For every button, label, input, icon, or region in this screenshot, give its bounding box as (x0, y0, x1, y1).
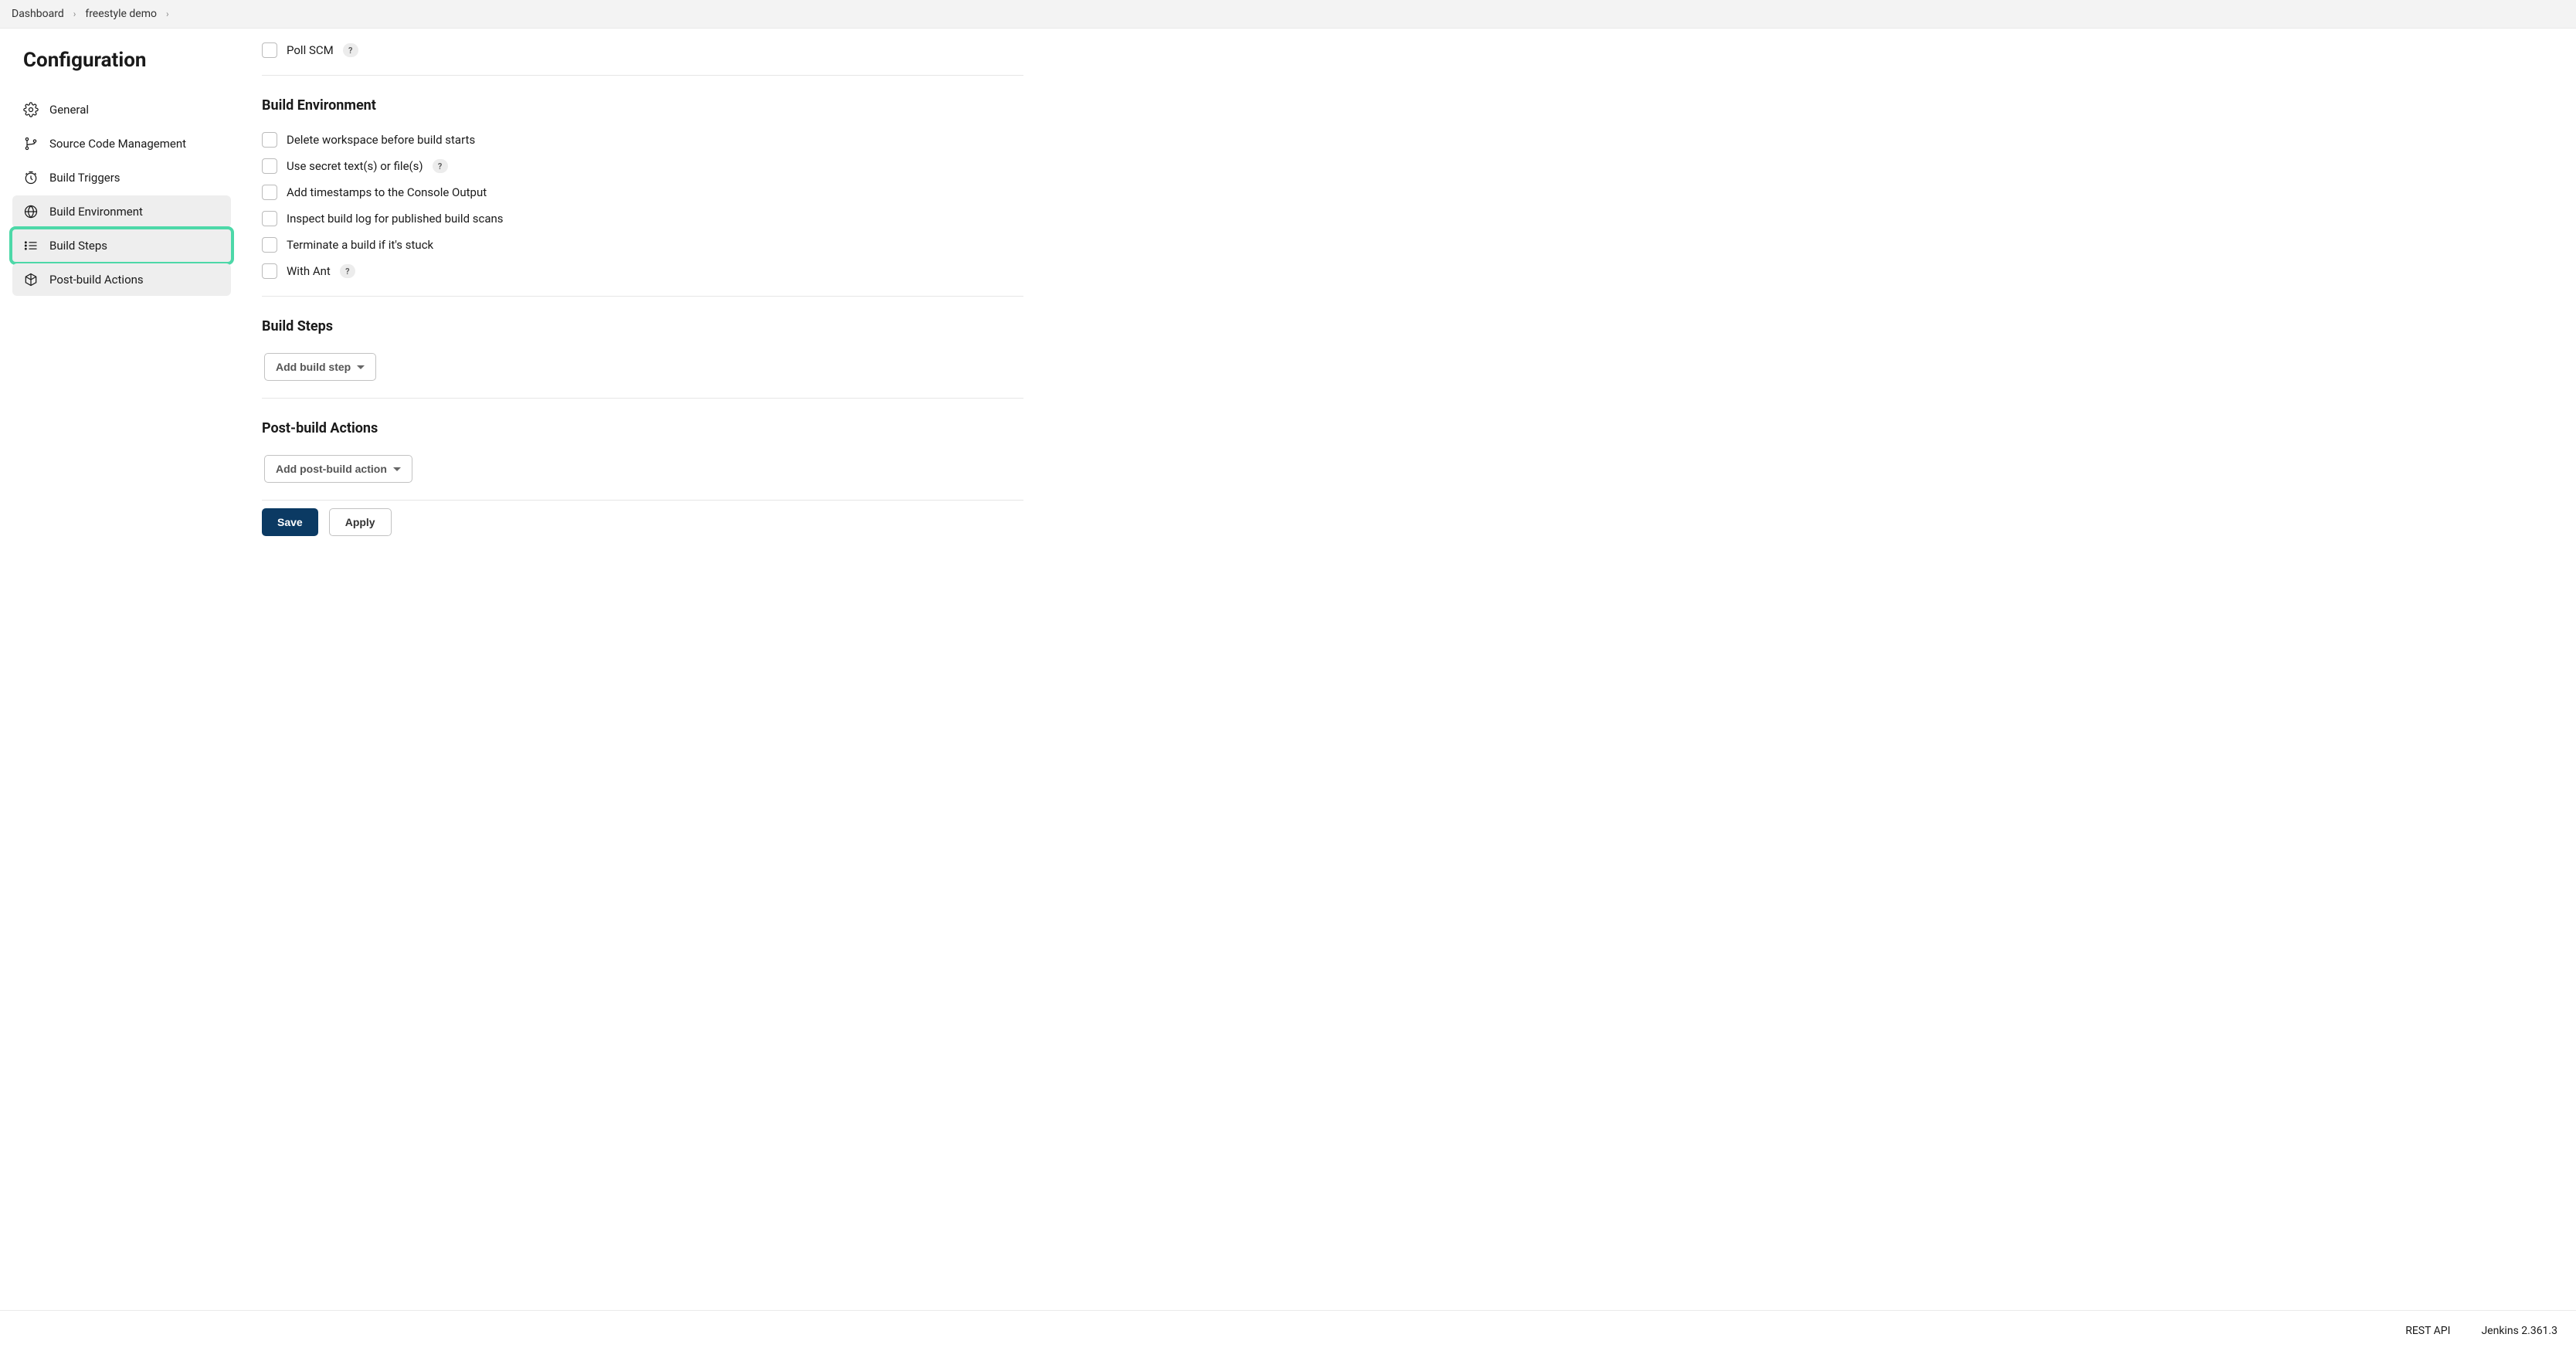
checkbox-delete-workspace[interactable] (262, 132, 277, 148)
divider (262, 398, 1023, 399)
divider (262, 296, 1023, 297)
checkbox-label: Poll SCM (287, 43, 334, 57)
caret-down-icon (393, 467, 401, 471)
checkbox-row-with-ant: With Ant ? (262, 263, 1023, 279)
sidebar-item-build-triggers[interactable]: Build Triggers (12, 161, 231, 194)
button-label: Add build step (276, 361, 351, 373)
footer: REST API Jenkins 2.361.3 (0, 1310, 2576, 1351)
divider (262, 75, 1023, 76)
sidebar-item-label: Build Steps (49, 239, 107, 253)
action-button-row: Save Apply (262, 508, 1023, 536)
checkbox-terminate-stuck[interactable] (262, 237, 277, 253)
rest-api-link[interactable]: REST API (2405, 1325, 2450, 1337)
checkbox-row-secret-text: Use secret text(s) or file(s) ? (262, 158, 1023, 174)
package-icon (23, 272, 39, 287)
checkbox-secret-text[interactable] (262, 158, 277, 174)
checkbox-label: Terminate a build if it's stuck (287, 238, 433, 252)
divider (262, 500, 1023, 501)
jenkins-version-link[interactable]: Jenkins 2.361.3 (2481, 1325, 2557, 1337)
list-icon (23, 238, 39, 253)
checkbox-row-inspect-log: Inspect build log for published build sc… (262, 211, 1023, 226)
gear-icon (23, 102, 39, 117)
checkbox-timestamps[interactable] (262, 185, 277, 200)
sidebar-item-label: Source Code Management (49, 137, 186, 151)
section-heading-build-environment: Build Environment (262, 97, 1023, 114)
checkbox-label: Delete workspace before build starts (287, 133, 475, 147)
checkbox-with-ant[interactable] (262, 263, 277, 279)
breadcrumb-dashboard[interactable]: Dashboard (12, 8, 64, 20)
breadcrumb: Dashboard › freestyle demo › (0, 0, 2576, 29)
checkbox-row-terminate-stuck: Terminate a build if it's stuck (262, 237, 1023, 253)
sidebar-item-scm[interactable]: Source Code Management (12, 127, 231, 160)
branch-icon (23, 136, 39, 151)
add-build-step-button[interactable]: Add build step (264, 353, 376, 381)
sidebar: Configuration General Source Code Manage… (0, 29, 243, 1310)
add-post-build-action-button[interactable]: Add post-build action (264, 455, 412, 483)
sidebar-item-build-environment[interactable]: Build Environment (12, 195, 231, 228)
checkbox-label: Inspect build log for published build sc… (287, 212, 504, 226)
sidebar-item-label: Build Triggers (49, 171, 120, 185)
save-button[interactable]: Save (262, 508, 318, 536)
sidebar-item-label: Post-build Actions (49, 273, 144, 287)
checkbox-row-delete-workspace: Delete workspace before build starts (262, 132, 1023, 148)
checkbox-row-timestamps: Add timestamps to the Console Output (262, 185, 1023, 200)
checkbox-label: Add timestamps to the Console Output (287, 185, 487, 199)
page-title: Configuration (23, 49, 231, 72)
apply-button[interactable]: Apply (329, 508, 392, 536)
sidebar-item-label: General (49, 103, 89, 117)
globe-icon (23, 204, 39, 219)
chevron-right-icon: › (166, 8, 169, 19)
help-icon[interactable]: ? (433, 159, 448, 173)
sidebar-item-general[interactable]: General (12, 93, 231, 126)
help-icon[interactable]: ? (340, 264, 355, 278)
breadcrumb-job[interactable]: freestyle demo (85, 8, 157, 20)
checkbox-poll-scm[interactable] (262, 42, 277, 58)
sidebar-item-build-steps[interactable]: Build Steps (12, 229, 231, 262)
chevron-right-icon: › (73, 8, 76, 19)
sidebar-item-label: Build Environment (49, 205, 143, 219)
button-label: Add post-build action (276, 463, 387, 475)
section-heading-build-steps: Build Steps (262, 318, 1023, 334)
sidebar-item-post-build[interactable]: Post-build Actions (12, 263, 231, 296)
clock-icon (23, 170, 39, 185)
checkbox-inspect-log[interactable] (262, 211, 277, 226)
help-icon[interactable]: ? (343, 43, 358, 57)
main-content: Poll SCM ? Build Environment Delete work… (243, 29, 1054, 1310)
checkbox-label: Use secret text(s) or file(s) (287, 159, 423, 173)
checkbox-label: With Ant (287, 264, 331, 278)
caret-down-icon (357, 365, 365, 369)
section-heading-post-build: Post-build Actions (262, 420, 1023, 436)
checkbox-row-poll-scm: Poll SCM ? (262, 42, 1023, 58)
